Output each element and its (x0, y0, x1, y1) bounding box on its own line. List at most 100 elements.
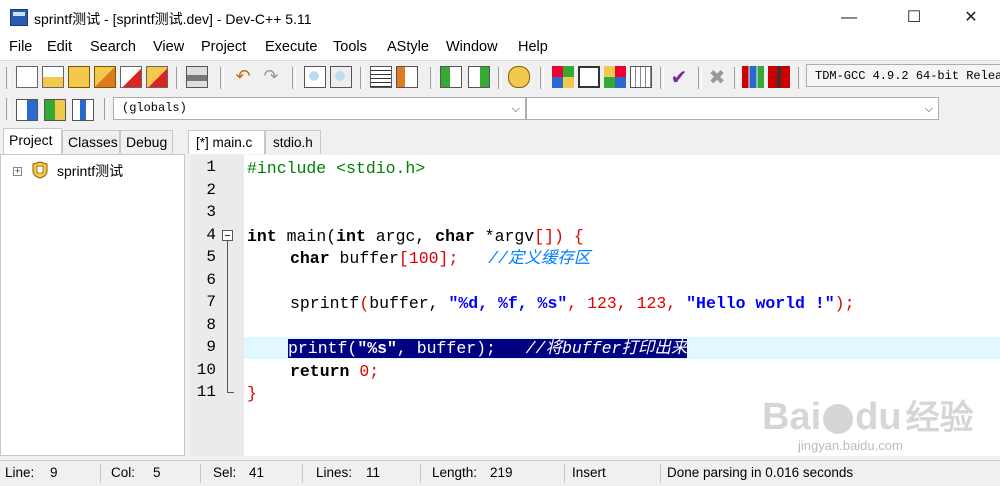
code-token: sprintf (290, 294, 360, 313)
menu-project[interactable]: Project (201, 39, 246, 55)
code-bracket: ] (438, 249, 449, 268)
code-token: *argv (474, 227, 535, 246)
code-line-7: sprintf(buffer, "%d, %f, %s", 123, 123, … (290, 293, 854, 315)
toolbar-grip[interactable] (6, 67, 10, 89)
menu-astyle[interactable]: AStyle (387, 39, 429, 55)
menu-edit[interactable]: Edit (47, 39, 72, 55)
member-combo[interactable]: ⌵ (526, 97, 939, 120)
close-all-icon[interactable] (146, 66, 168, 88)
tab-classes[interactable]: Classes (62, 130, 120, 153)
toolbar-grip[interactable] (798, 67, 802, 89)
toolbar-grip[interactable] (430, 67, 434, 89)
replace-icon[interactable] (330, 66, 352, 88)
close-window-button[interactable]: ✕ (948, 0, 994, 36)
string-literal: "Hello world !" (686, 294, 835, 313)
menu-execute[interactable]: Execute (265, 39, 317, 55)
tab-project[interactable]: Project (3, 128, 62, 155)
code-paren: ( (359, 294, 370, 313)
status-line-label: Line: (5, 465, 35, 480)
chevron-down-icon: ⌵ (511, 102, 520, 115)
project-tree: + sprintf测试 (0, 154, 185, 456)
find-icon[interactable] (304, 66, 326, 88)
indent-icon[interactable] (370, 66, 392, 88)
profile-icon[interactable] (742, 66, 764, 88)
maximize-button[interactable]: ☐ (891, 0, 937, 36)
code-brace: } (247, 384, 257, 403)
code-brace: { (563, 227, 584, 246)
insert-code-icon[interactable] (72, 99, 94, 121)
project-icon (32, 161, 48, 179)
toolbar-grip[interactable] (498, 67, 502, 89)
scope-combo[interactable]: (globals) ⌵ (113, 97, 526, 120)
fold-collapse-icon[interactable] (222, 230, 233, 241)
tab-main-c[interactable]: [*] main.c (188, 130, 265, 154)
keyword: return (290, 362, 350, 381)
menu-search[interactable]: Search (90, 39, 136, 55)
line-number: 7 (206, 293, 216, 311)
delete-profile-icon[interactable] (768, 66, 790, 88)
code-token: , buffer); (396, 339, 526, 358)
unindent-icon[interactable] (396, 66, 418, 88)
code-token: argc, (365, 227, 436, 246)
compile-icon[interactable] (552, 66, 574, 88)
code-bracket: []) (534, 227, 564, 246)
menu-view[interactable]: View (153, 39, 184, 55)
status-divider (200, 464, 201, 483)
save-icon[interactable] (68, 66, 90, 88)
toolbar-grip[interactable] (360, 67, 364, 89)
menu-window[interactable]: Window (446, 39, 498, 55)
menu-file[interactable]: File (9, 39, 32, 55)
code-editor[interactable]: 1 2 3 4 5 6 7 8 9 10 11 #include <stdio.… (190, 155, 1000, 456)
toolbar-grip[interactable] (104, 98, 108, 120)
syntax-check-icon[interactable]: ✔ (668, 66, 690, 88)
keyword: char (435, 227, 475, 246)
line-number: 6 (206, 271, 216, 289)
toolbar-grip[interactable] (6, 98, 10, 120)
goto-declaration-icon[interactable] (16, 99, 38, 121)
menu-bar: File Edit Search View Project Execute To… (0, 36, 1000, 60)
save-all-icon[interactable] (94, 66, 116, 88)
remove-from-project-icon[interactable] (468, 66, 490, 88)
stop-icon[interactable]: ✖ (706, 66, 728, 88)
print-icon[interactable] (186, 66, 208, 88)
toolbar-grip[interactable] (734, 67, 738, 89)
status-sel-label: Sel: (213, 465, 237, 480)
toolbar-grip[interactable] (540, 67, 544, 89)
new-file-icon[interactable] (16, 66, 38, 88)
status-divider (564, 464, 565, 483)
tree-expand-toggle[interactable]: + (13, 167, 22, 176)
compiler-select[interactable]: TDM-GCC 4.9.2 64-bit Release (806, 64, 1000, 87)
line-number: 11 (196, 383, 216, 401)
compile-run-icon[interactable] (604, 66, 626, 88)
line-number: 8 (206, 316, 216, 334)
tab-debug[interactable]: Debug (120, 130, 173, 153)
toolbar-grip[interactable] (176, 67, 180, 89)
code-token: buffer (329, 249, 399, 268)
menu-tools[interactable]: Tools (333, 39, 367, 55)
rebuild-icon[interactable] (630, 66, 652, 88)
toolbar-grip[interactable] (292, 67, 296, 89)
code-comma: , (616, 294, 637, 313)
chevron-down-icon: ⌵ (924, 102, 933, 115)
goto-definition-icon[interactable] (44, 99, 66, 121)
number-literal: 123 (636, 294, 667, 313)
toolbar-grip[interactable] (660, 67, 664, 89)
project-options-icon[interactable] (508, 66, 530, 88)
status-message: Done parsing in 0.016 seconds (667, 465, 854, 480)
add-to-project-icon[interactable] (440, 66, 462, 88)
tree-project-root[interactable]: sprintf测试 (57, 161, 123, 181)
status-length-label: Length: (432, 465, 478, 480)
run-icon[interactable] (578, 66, 600, 88)
undo-icon[interactable]: ↶ (232, 66, 254, 88)
status-lines-label: Lines: (316, 465, 353, 480)
redo-icon[interactable]: ↷ (260, 66, 282, 88)
close-icon[interactable] (120, 66, 142, 88)
open-file-icon[interactable] (42, 66, 64, 88)
toolbar-grip[interactable] (698, 67, 702, 89)
toolbar-grip[interactable] (220, 67, 224, 89)
menu-help[interactable]: Help (518, 39, 548, 55)
minimize-button[interactable]: — (826, 0, 872, 36)
tab-stdio-h[interactable]: stdio.h (265, 130, 321, 154)
devcpp-app-icon (10, 9, 28, 26)
